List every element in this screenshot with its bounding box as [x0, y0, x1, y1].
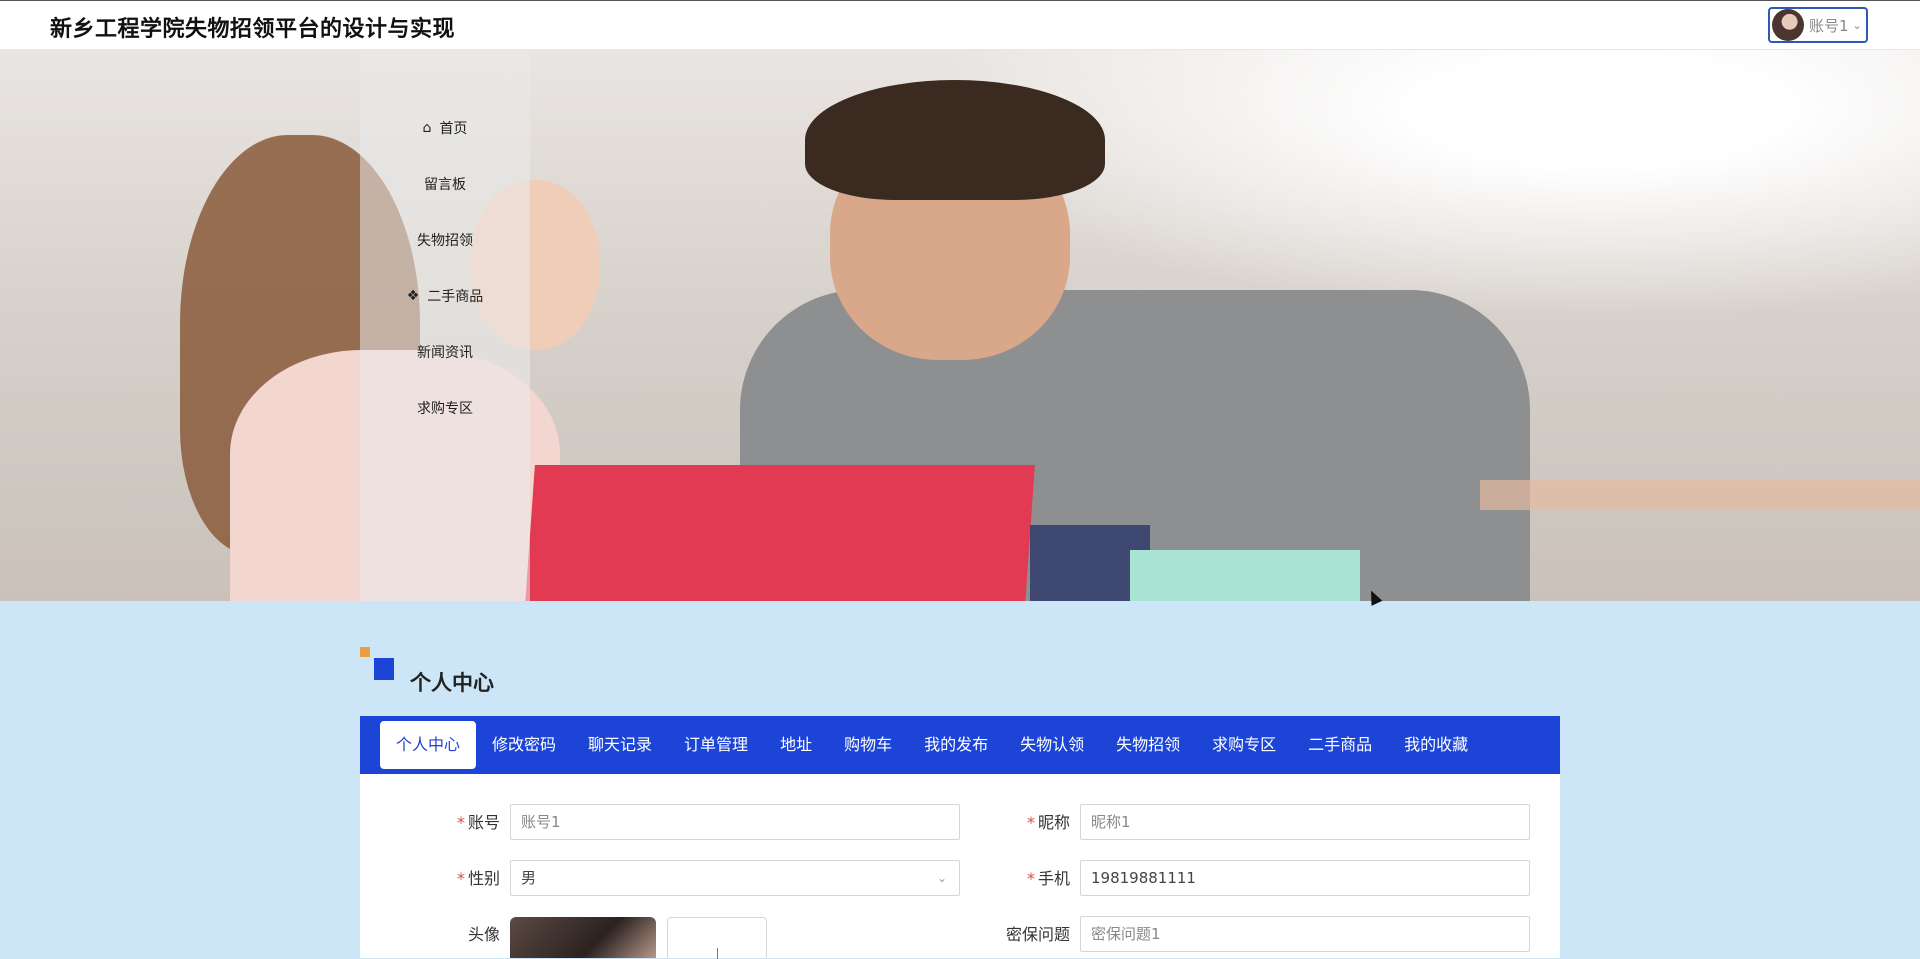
gender-select-value: 男	[521, 869, 537, 887]
title-decoration	[360, 647, 370, 657]
tab-change-password[interactable]: 修改密码	[476, 721, 572, 769]
tab-wanted[interactable]: 求购专区	[1196, 721, 1292, 769]
required-mark: *	[1026, 813, 1035, 832]
section-header: 个人中心	[360, 647, 560, 695]
tab-cart[interactable]: 购物车	[828, 721, 908, 769]
banner-shopping-bag	[1130, 550, 1360, 601]
title-decoration	[374, 658, 394, 680]
avatar-preview[interactable]	[510, 917, 656, 958]
user-menu[interactable]: 账号1 ⌄	[1768, 7, 1868, 43]
tab-my-posts[interactable]: 我的发布	[908, 721, 1004, 769]
tab-second-hand[interactable]: 二手商品	[1292, 721, 1388, 769]
nav-item-label: 首页	[439, 121, 468, 137]
user-name: 账号1	[1809, 16, 1849, 35]
nav-item-label: 求购专区	[417, 401, 473, 417]
gender-select[interactable]: 男 ⌄	[510, 860, 960, 896]
nav-item-wanted[interactable]: 求购专区	[360, 388, 530, 428]
profile-tabs: 个人中心 修改密码 聊天记录 订单管理 地址 购物车 我的发布 失物认领 失物招…	[360, 716, 1560, 774]
tab-chat-history[interactable]: 聊天记录	[572, 721, 668, 769]
nav-item-label: 二手商品	[427, 289, 484, 305]
form-row: * 性别 男 ⌄ * 手机 19819881111	[360, 860, 1560, 898]
tab-personal-center[interactable]: 个人中心	[380, 721, 477, 769]
required-mark: *	[1026, 869, 1035, 888]
profile-form: * 账号 账号1 * 昵称 昵称1 * 性别 男 ⌄ * 手机 19819881111 …	[360, 774, 1560, 959]
tab-address[interactable]: 地址	[764, 721, 828, 769]
nav-item-label: 新闻资讯	[417, 345, 473, 361]
tab-lost-found[interactable]: 失物招领	[1100, 721, 1196, 769]
site-title: 新乡工程学院失物招领平台的设计与实现	[50, 17, 456, 42]
account-field[interactable]: 账号1	[510, 804, 960, 840]
tab-favorites[interactable]: 我的收藏	[1388, 721, 1484, 769]
nav-item-label: 留言板	[424, 177, 466, 193]
hero-banner	[0, 50, 1920, 601]
avatar-upload-button[interactable]	[667, 917, 767, 959]
required-mark: *	[456, 813, 465, 832]
nav-item-news[interactable]: 新闻资讯	[360, 332, 530, 372]
security-question-field[interactable]: 密保问题1	[1080, 916, 1530, 952]
security-question-label: 密保问题	[1005, 925, 1070, 944]
nickname-field[interactable]: 昵称1	[1080, 804, 1530, 840]
grid-icon: ❖	[406, 288, 420, 304]
nav-item-message-board[interactable]: 留言板	[360, 164, 530, 204]
nav-item-lost-found[interactable]: 失物招领	[360, 220, 530, 260]
nav-item-second-hand[interactable]: ❖ 二手商品	[360, 276, 530, 316]
nickname-label: * 昵称	[1026, 813, 1070, 832]
banner-figure-man-hair	[805, 80, 1105, 200]
tab-orders[interactable]: 订单管理	[668, 721, 764, 769]
tab-lost-claim[interactable]: 失物认领	[1004, 721, 1100, 769]
banner-shopping-bag	[525, 465, 1035, 601]
avatar-label: 头像	[467, 925, 500, 944]
home-icon: ⌂	[422, 120, 432, 136]
account-label: * 账号	[456, 813, 500, 832]
phone-field[interactable]: 19819881111	[1080, 860, 1530, 896]
top-bar: 新乡工程学院失物招领平台的设计与实现 账号1 ⌄	[0, 0, 1920, 50]
gender-label: * 性别	[456, 869, 500, 888]
required-mark: *	[456, 869, 465, 888]
form-row: * 账号 账号1 * 昵称 昵称1	[360, 804, 1560, 842]
banner-background-rail	[1480, 480, 1920, 510]
nav-item-label: 失物招领	[417, 233, 473, 249]
nav-item-home[interactable]: ⌂ 首页	[360, 108, 530, 148]
plus-icon	[717, 948, 718, 959]
sidebar-nav: ⌂ 首页 留言板 失物招领 ❖ 二手商品 新闻资讯 求购专区	[360, 50, 530, 601]
section-title: 个人中心	[410, 671, 494, 695]
avatar	[1772, 9, 1804, 41]
phone-label: * 手机	[1026, 869, 1070, 888]
chevron-down-icon: ⌄	[936, 871, 947, 885]
chevron-down-icon: ⌄	[1852, 18, 1862, 32]
